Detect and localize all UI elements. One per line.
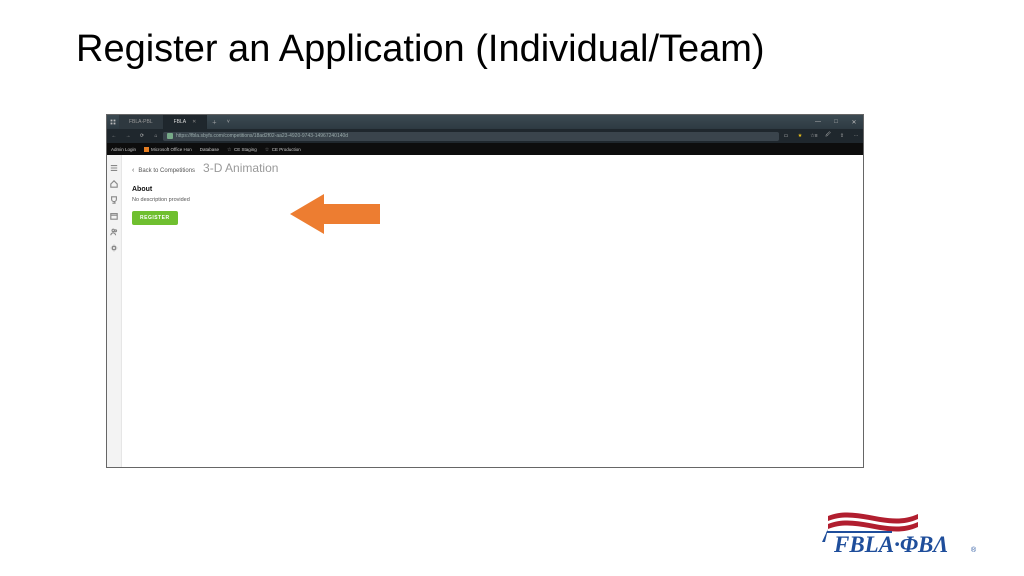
- url-input[interactable]: https://fbla.sbyfs.com/competitions/18ad…: [163, 132, 779, 141]
- minimize-button[interactable]: —: [809, 119, 827, 126]
- trophy-rail-icon[interactable]: [110, 191, 118, 199]
- office-favicon-icon: [144, 147, 149, 152]
- home-rail-icon[interactable]: [110, 175, 118, 183]
- chevron-left-icon: ‹: [132, 167, 134, 174]
- slide-title: Register an Application (Individual/Team…: [76, 28, 765, 71]
- browser-tab-bar: FBLA-PBL FBLA ✕ ＋ ˅ — □ ✕: [107, 115, 863, 129]
- share-icon[interactable]: ⇪: [835, 133, 849, 139]
- bookmark-staging[interactable]: CE Staging: [227, 147, 257, 152]
- left-rail: [107, 155, 122, 467]
- star-favicon-icon: [265, 147, 270, 152]
- favorite-star-icon[interactable]: ★: [793, 133, 807, 139]
- browser-tab-inactive[interactable]: FBLA-PBL: [119, 115, 164, 129]
- maximize-button[interactable]: □: [827, 119, 845, 126]
- page-body: ‹ Back to Competitions 3-D Animation Abo…: [107, 155, 863, 467]
- url-text: https://fbla.sbyfs.com/competitions/18ad…: [176, 133, 348, 139]
- close-window-button[interactable]: ✕: [845, 119, 863, 126]
- back-to-competitions-link[interactable]: ‹ Back to Competitions: [132, 167, 195, 174]
- bookmark-production[interactable]: CE Production: [265, 147, 301, 152]
- register-button[interactable]: REGISTER: [132, 211, 178, 225]
- reader-icon[interactable]: ▭: [779, 133, 793, 139]
- notes-icon[interactable]: 🖉: [821, 132, 835, 140]
- menu-rail-icon[interactable]: [110, 159, 118, 167]
- tab-label: FBLA-PBL: [129, 119, 153, 125]
- favorites-icon[interactable]: ☆≡: [807, 133, 821, 139]
- tab-label: FBLA: [174, 119, 187, 125]
- competition-title: 3-D Animation: [203, 161, 278, 175]
- refresh-button[interactable]: ⟳: [135, 133, 149, 139]
- tab-chevron-icon[interactable]: ˅: [221, 119, 235, 125]
- svg-text:®: ®: [971, 546, 977, 554]
- browser-tab-active[interactable]: FBLA ✕: [164, 115, 208, 129]
- lock-icon: [167, 133, 173, 139]
- star-favicon-icon: [227, 147, 232, 152]
- home-button[interactable]: ⌂: [149, 133, 163, 139]
- bookmark-office[interactable]: Microsoft Office Hon: [144, 147, 192, 152]
- settings-rail-icon[interactable]: [110, 239, 118, 247]
- about-description: No description provided: [132, 197, 853, 203]
- menu-icon[interactable]: ⋯: [849, 133, 863, 139]
- breadcrumb-label: Back to Competitions: [138, 168, 195, 174]
- browser-address-bar: ← → ⟳ ⌂ https://fbla.sbyfs.com/competiti…: [107, 129, 863, 143]
- back-button[interactable]: ←: [107, 133, 121, 139]
- window-controls: — □ ✕: [809, 119, 863, 126]
- calendar-rail-icon[interactable]: [110, 207, 118, 215]
- page-content: ‹ Back to Competitions 3-D Animation Abo…: [122, 155, 863, 467]
- forward-button[interactable]: →: [121, 133, 135, 139]
- browser-screenshot: FBLA-PBL FBLA ✕ ＋ ˅ — □ ✕ ← → ⟳ ⌂ https:/…: [106, 114, 864, 468]
- svg-text:FBLA·ΦBΛ: FBLA·ΦBΛ: [833, 532, 949, 557]
- bookmark-database[interactable]: Database: [200, 147, 219, 152]
- close-tab-icon[interactable]: ✕: [192, 119, 196, 125]
- bookmark-admin-login[interactable]: Admin Login: [111, 147, 136, 152]
- new-tab-button[interactable]: ＋: [207, 119, 221, 126]
- tab-list-icon[interactable]: [107, 119, 119, 125]
- bookmarks-bar: Admin Login Microsoft Office Hon Databas…: [107, 143, 863, 155]
- users-rail-icon[interactable]: [110, 223, 118, 231]
- fbla-logo: FBLA·ΦBΛ ®: [822, 502, 982, 558]
- about-heading: About: [132, 186, 853, 193]
